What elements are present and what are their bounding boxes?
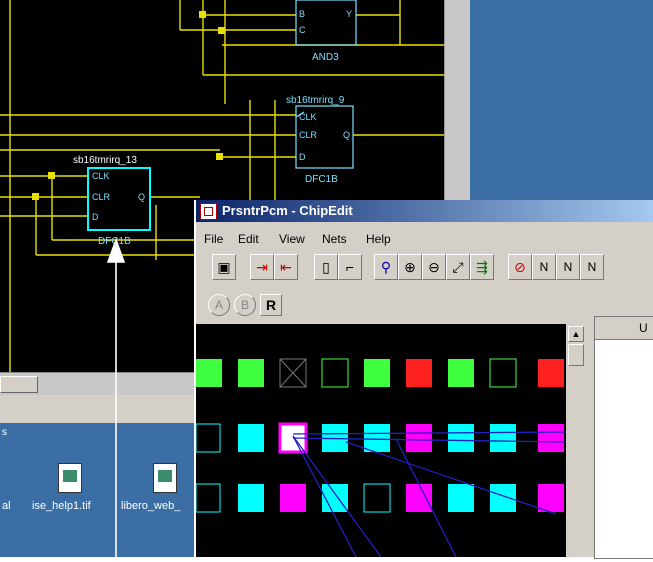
no-net-icon[interactable]: ⊘ xyxy=(508,254,532,280)
import-icon[interactable]: ⇥ xyxy=(250,254,274,280)
window-title: PrsntrPcm - ChipEdit xyxy=(222,203,353,218)
navigate-icon[interactable]: ⇶ xyxy=(470,254,494,280)
menu-nets[interactable]: Nets xyxy=(322,232,347,246)
zoom-fit-icon[interactable]: ⤢ xyxy=(446,254,470,280)
zoom-in-icon[interactable]: ⊕ xyxy=(398,254,422,280)
chip-grid[interactable] xyxy=(195,324,567,558)
mode-a-button[interactable]: A xyxy=(208,294,230,316)
chipedit-window[interactable]: PrsntrPcm - ChipEdit File Edit View Nets… xyxy=(194,200,653,559)
menu-file[interactable]: File xyxy=(204,232,223,246)
mode-r-button[interactable]: R xyxy=(260,294,282,316)
lock-closed-icon[interactable]: ▯ xyxy=(314,254,338,280)
mode-b-button[interactable]: B xyxy=(234,294,256,316)
zoom-select-icon[interactable]: ⚲ xyxy=(374,254,398,280)
disk-icon[interactable]: ▣ xyxy=(212,254,236,280)
net-button-2[interactable]: N xyxy=(556,254,580,280)
menu-help[interactable]: Help xyxy=(366,232,391,246)
net-button-1[interactable]: N xyxy=(532,254,556,280)
grid-vertical-scrollbar[interactable]: ▲ xyxy=(566,324,586,557)
menu-view[interactable]: View xyxy=(279,232,305,246)
lock-open-icon[interactable]: ⌐ xyxy=(338,254,362,280)
export-icon[interactable]: ⇤ xyxy=(274,254,298,280)
menu-edit[interactable]: Edit xyxy=(238,232,259,246)
right-panel: U xyxy=(594,316,653,559)
app-icon xyxy=(200,203,217,220)
grid-scroll-thumb[interactable] xyxy=(568,344,584,366)
zoom-out-icon[interactable]: ⊖ xyxy=(422,254,446,280)
right-panel-header[interactable]: U xyxy=(595,317,653,340)
scroll-up-arrow-icon[interactable]: ▲ xyxy=(568,326,584,342)
title-bar[interactable]: PrsntrPcm - ChipEdit xyxy=(196,200,653,222)
net-button-3[interactable]: N xyxy=(580,254,604,280)
